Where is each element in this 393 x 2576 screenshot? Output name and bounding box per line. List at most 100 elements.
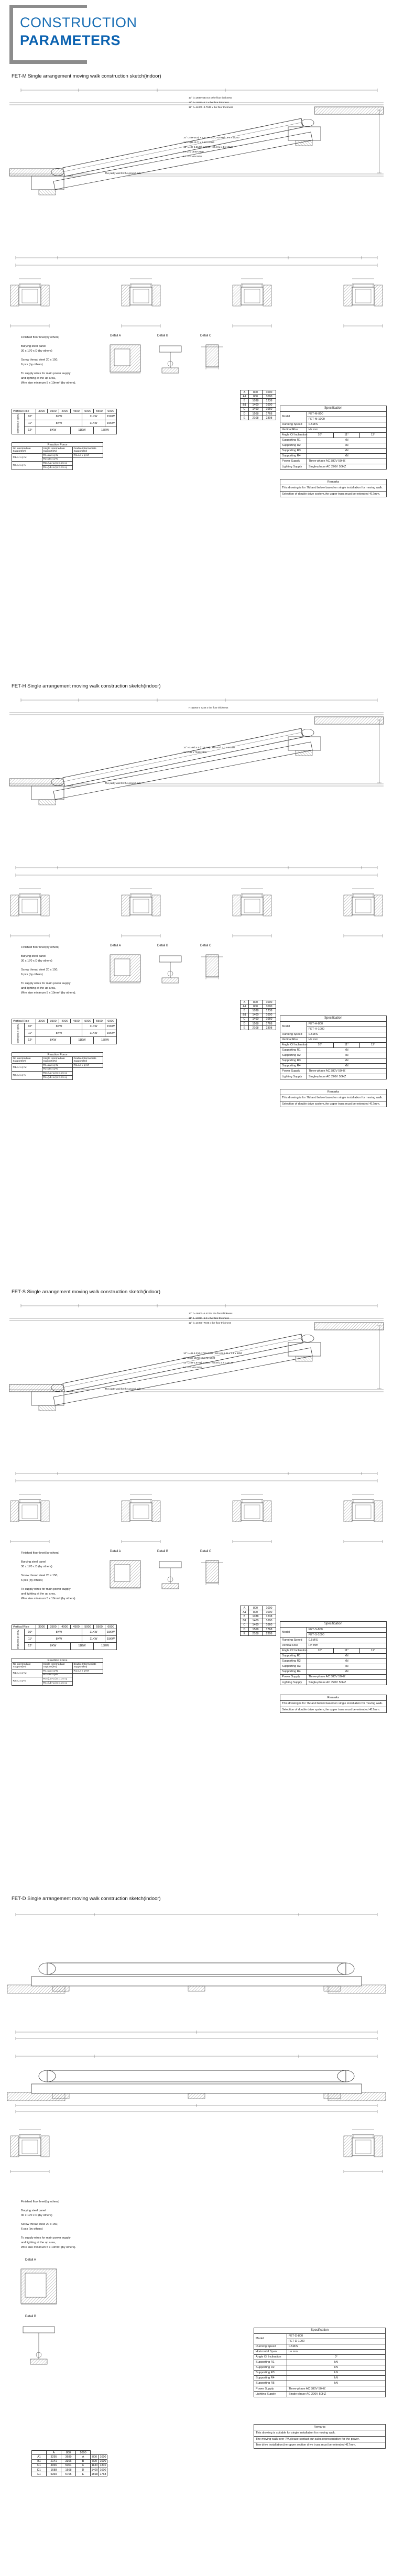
detail-drawing-A	[18, 2266, 60, 2311]
remarks-table: Remarks This drawing is suitable for sing…	[254, 2424, 386, 2449]
fetd-dim-cell: 5001	[61, 2463, 76, 2469]
fetd-dim-cell: A1	[31, 2454, 47, 2460]
spec-value: kN	[286, 2359, 386, 2366]
power-table-col-header: 6000	[105, 1018, 117, 1024]
spec-value: kN	[306, 1063, 387, 1069]
remarks-table: Remarks This drawing is for 7M and below …	[280, 1694, 387, 1713]
spec-value-option: 10°	[306, 432, 334, 438]
power-table-value-cell: 15KW	[105, 1635, 117, 1643]
fetd-dim-col-header: A	[46, 2450, 61, 2455]
spec-value: Single-phase AC 220V 50HZ	[306, 464, 387, 470]
spec-key: Supporting R2	[280, 443, 307, 449]
power-table-value-cell: 8KW	[36, 1036, 71, 1044]
fetd-dim-value-1000: 1600	[99, 2468, 107, 2473]
spec-value: kN	[306, 1058, 387, 1064]
dimension-value-1000: 1768	[262, 411, 276, 417]
reaction-force-formula: R4=(Lb+Lc) x 1.3 x q	[42, 1681, 73, 1686]
power-table-corner-header: Vertical Rise	[12, 408, 36, 414]
reaction-force-formula: R2=L x q+N	[12, 1071, 42, 1080]
power-consumption-table: Vertical Rise 3000 3500 4000 4500 5000 5500 600…	[12, 1624, 117, 1650]
dimension-value-1000: 1768	[262, 1627, 276, 1632]
dimension-label-cell: B	[240, 398, 249, 403]
dimension-value-1000: 1660	[262, 1622, 276, 1628]
spec-key: Supporting R4	[280, 453, 307, 460]
spec-value: kN	[306, 1053, 387, 1059]
power-table-value-cell: 11KW	[82, 1023, 105, 1031]
reaction-force-col-header: Single Intermediate Support(kN)	[42, 1662, 73, 1670]
reaction-force-formula: R3=(La+Lc) x 1.3 x q	[42, 1677, 73, 1682]
section-title-fet-m: FET-M Single arrangement moving walk con…	[12, 73, 161, 79]
dimension-value-1000: 1600	[262, 1012, 276, 1018]
power-table-value-cell: 15KW	[105, 413, 117, 421]
power-table-col-header: 3000	[36, 1018, 48, 1024]
spec-value: kN	[286, 2370, 386, 2376]
reaction-force-title: Reaction Force	[12, 1052, 103, 1057]
fetd-dim-cell: B1	[31, 2459, 47, 2464]
power-table-value-cell: 15KW	[105, 420, 117, 428]
power-table-angle-cell: 11°	[24, 1635, 36, 1643]
power-table-value-cell: 8KW	[36, 420, 82, 428]
drawing-formula-note-2: 11° L=H x 7046+2300	[183, 751, 207, 754]
specification-title: Specification	[280, 1016, 387, 1022]
width-table-wrap: A 800 1000 A1 800 1000 B 1038 1238 B1 1400 1600 C 146…	[240, 389, 276, 421]
dimension-value-1000: 2308	[262, 416, 276, 421]
spec-key: Supporting R4	[280, 1669, 307, 1675]
spec-table-wrap: Specification Model FET-S-800 FET-S-1000 Run…	[280, 1621, 387, 1686]
power-table-col-header: 3000	[36, 408, 48, 414]
fetd-dim-cell: 5369	[46, 2472, 61, 2477]
fetd-dimension-table: A 800 1000 A1 3295 3689 A 800 1000 B1 2141 3306 B 800…	[31, 2450, 107, 2477]
spec-key: Supporting R3	[254, 2370, 287, 2376]
specification-title: Specification	[254, 2328, 386, 2334]
spec-value: FET-H-1000	[306, 1026, 387, 1032]
dimension-label-cell: B	[240, 1008, 249, 1013]
power-table-angle-cell: 10°	[24, 413, 36, 421]
spec-value: kN	[306, 448, 387, 454]
spec-key: Power Supply	[254, 2386, 287, 2392]
specification-table: Specification Model FET-M-800 FET-M-1000 Run…	[280, 406, 387, 470]
reaction-force-table: Reaction Force No Intermediate Support(kN…	[12, 442, 103, 470]
spec-key: Supporting R1	[280, 1047, 307, 1054]
spec-value-option: 10°	[306, 1042, 334, 1048]
fetd-dim-cell: D	[75, 2468, 91, 2473]
power-consumption-table: Vertical Rise 3000 3500 4000 4500 5000 5500 600…	[12, 408, 117, 434]
remarks-item: This drawing is for 7M and below based o…	[280, 1700, 387, 1707]
spec-key: Supporting R3	[280, 448, 307, 454]
power-table-value-cell: 8KW	[36, 1635, 82, 1643]
spec-table-wrap: Specification Model FET-M-800 FET-M-1000 Run…	[280, 406, 387, 470]
dimension-value-800: 1038	[248, 1614, 263, 1619]
reaction-force-col-header: Single Intermediate Support(kN)	[42, 446, 73, 454]
reaction-force-col-header: Double Intermediate Support(kN)	[72, 446, 103, 454]
spec-value: kN	[306, 453, 387, 460]
dimension-value-1000: 1000	[262, 389, 276, 395]
reaction-force-col-header: No Intermediate Support(kN)	[12, 446, 42, 454]
spec-value: kN	[306, 1047, 387, 1054]
power-table-col-header: 4000	[59, 408, 71, 414]
power-table-row-group-label: Angle of Inclination	[12, 1629, 25, 1650]
spec-key: Supporting R1	[280, 1653, 307, 1660]
dimension-value-1000: 1660	[262, 1017, 276, 1022]
main-drawing-fet-s	[0, 1298, 393, 1487]
dimension-label-cell: C	[240, 407, 249, 412]
reaction-force-formula: R1=L x q+M	[12, 1063, 42, 1072]
fetd-dim-value-1000: 1000	[99, 2459, 107, 2464]
drawing-formula-note: 11° b=14884+5.2 x the floor thickness	[189, 101, 229, 104]
drawing-formula-note-2: 10° H1=H/Lx 5.(C26-%#) , H2=H1/L x 2 x 1…	[183, 746, 235, 749]
spec-value: kN	[306, 1653, 387, 1660]
fetd-dim-cell: B	[75, 2459, 91, 2464]
dimension-label-cell: A	[240, 999, 249, 1005]
power-table-wrap: Vertical Rise 3000 3500 4000 4500 5000 5500 600…	[12, 408, 117, 434]
remarks-title: Remarks	[280, 1088, 387, 1096]
fetd-dim-col-header	[31, 2450, 47, 2455]
fetd-dim-cell: C	[75, 2463, 91, 2469]
detail-drawing-A	[107, 1557, 144, 1595]
installation-notes: Finished floor level(by others) Burying …	[21, 1552, 77, 1600]
spec-value-option: 11°	[333, 1647, 361, 1654]
cross-sections-fet-m	[0, 271, 393, 334]
dimension-value-1000: 1600	[262, 402, 276, 408]
remarks-table: Remarks This drawing is for 7M and below …	[280, 1088, 387, 1108]
remarks-title: Remarks	[280, 1694, 387, 1701]
cross-sections-fet-h	[0, 881, 393, 944]
power-table-corner-header: Vertical Rise	[12, 1018, 36, 1024]
power-table-value-cell: 15KW	[105, 1629, 117, 1636]
power-table-value-cell: 11KW	[82, 420, 105, 428]
